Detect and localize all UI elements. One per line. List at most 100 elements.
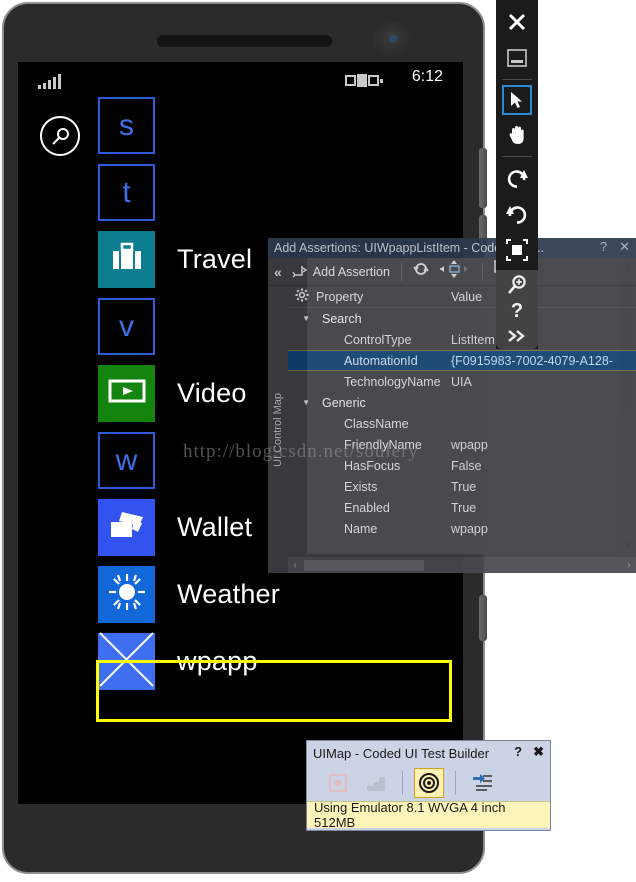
row-property: Generic bbox=[322, 395, 366, 410]
properties-grid-rows[interactable]: ▼ Search ControlType ListItem Automation… bbox=[288, 308, 636, 557]
row-value: {F0915983-7002-4079-A128- bbox=[451, 353, 613, 368]
show-steps-icon[interactable] bbox=[361, 768, 391, 798]
app-tile[interactable] bbox=[98, 231, 155, 288]
phone-camera-button[interactable] bbox=[479, 595, 487, 641]
select-region-icon[interactable] bbox=[500, 234, 534, 266]
status-text: Using Emulator 8.1 WVGA 4 inch 512MB bbox=[314, 800, 506, 830]
scroll-right-icon[interactable]: › bbox=[622, 560, 636, 571]
table-row[interactable]: TechnologyName UIA bbox=[288, 371, 636, 392]
refresh-icon[interactable] bbox=[413, 261, 429, 282]
divider bbox=[502, 156, 532, 157]
scroll-left-icon[interactable]: ‹ bbox=[288, 560, 302, 571]
row-property: Exists bbox=[344, 479, 378, 494]
table-row[interactable]: Enabled True bbox=[288, 497, 636, 518]
ui-control-map-tab[interactable]: UI Control Map bbox=[268, 286, 288, 573]
app-tile[interactable] bbox=[98, 499, 155, 556]
row-property: ClassName bbox=[344, 416, 409, 431]
tile-letter: v bbox=[119, 309, 134, 343]
column-header-value[interactable]: Value bbox=[451, 290, 482, 304]
phone-speaker bbox=[157, 35, 332, 47]
table-row-group[interactable]: ▼ Search bbox=[288, 308, 636, 329]
table-row[interactable]: Name wpapp bbox=[288, 518, 636, 539]
tile-letter: w bbox=[115, 443, 138, 477]
uimap-window[interactable]: UIMap - Coded UI Test Builder ? ✖ Using … bbox=[306, 740, 551, 831]
video-icon bbox=[108, 378, 146, 409]
app-label: Wallet bbox=[177, 512, 253, 542]
signal-strength-icon bbox=[38, 74, 61, 89]
generate-code-icon[interactable] bbox=[467, 768, 497, 798]
screenshot-root: 6:12 s t Travel v Video w Wallet Weather… bbox=[0, 0, 636, 882]
app-label: Video bbox=[177, 378, 247, 408]
emulator-tools-overlay[interactable]: ? bbox=[496, 270, 538, 349]
row-value: wpapp bbox=[451, 437, 488, 452]
row-value: True bbox=[451, 500, 477, 515]
horizontal-scrollbar[interactable]: ‹ › bbox=[288, 557, 636, 573]
rotate-right-icon[interactable] bbox=[500, 198, 534, 230]
row-value: False bbox=[451, 458, 482, 473]
list-item[interactable]: t bbox=[98, 159, 458, 226]
battery-icon bbox=[345, 74, 383, 87]
expand-triangle-icon[interactable]: ▼ bbox=[288, 314, 316, 323]
minimize-icon[interactable] bbox=[500, 42, 534, 74]
app-tile[interactable] bbox=[98, 566, 155, 623]
phone-volume-button[interactable] bbox=[479, 148, 487, 208]
uimap-title-bar[interactable]: UIMap - Coded UI Test Builder ? ✖ bbox=[307, 741, 550, 765]
close-icon[interactable]: ✕ bbox=[619, 240, 630, 254]
row-property: ControlType bbox=[344, 332, 412, 347]
phone-camera bbox=[374, 22, 412, 60]
help-icon[interactable]: ? bbox=[600, 240, 607, 254]
rotate-left-icon[interactable] bbox=[500, 162, 534, 194]
uimap-toolbar[interactable] bbox=[307, 765, 550, 801]
table-row-selected[interactable]: AutomationId {F0915983-7002-4079-A128- bbox=[288, 350, 636, 371]
assertions-title-bar[interactable]: Add Assertions: UIWpappListItem - Coded … bbox=[268, 238, 636, 258]
help-icon[interactable]: ? bbox=[500, 300, 534, 322]
close-icon[interactable] bbox=[500, 6, 534, 38]
app-tile[interactable]: t bbox=[98, 164, 155, 221]
row-property: Search bbox=[322, 311, 362, 326]
list-item[interactable]: s bbox=[98, 92, 458, 159]
add-assertion-button[interactable]: Add Assertion bbox=[292, 263, 390, 281]
help-icon[interactable]: ? bbox=[514, 744, 522, 760]
uimap-status-bar: Using Emulator 8.1 WVGA 4 inch 512MB bbox=[307, 800, 550, 830]
gear-icon[interactable] bbox=[288, 288, 316, 305]
app-tile[interactable] bbox=[98, 631, 155, 690]
collapse-panel-icon[interactable]: « bbox=[274, 264, 282, 280]
chevron-double-right-icon[interactable] bbox=[500, 326, 534, 348]
properties-grid[interactable]: Property Value ▼ Search ControlType List… bbox=[288, 286, 636, 573]
add-assertions-window[interactable]: Add Assertions: UIWpappListItem - Coded … bbox=[268, 238, 636, 573]
crosshair-target-icon[interactable] bbox=[414, 768, 444, 798]
tile-letter: t bbox=[122, 175, 131, 209]
table-row-group[interactable]: ▼ Generic bbox=[288, 392, 636, 413]
expand-triangle-icon[interactable]: ▼ bbox=[288, 398, 316, 407]
assertions-toolbar[interactable]: « Add Assertion bbox=[268, 258, 636, 286]
row-value: UIA bbox=[451, 374, 472, 389]
cursor-arrow-icon[interactable] bbox=[502, 85, 532, 115]
navigate-crosshair-icon[interactable] bbox=[437, 259, 471, 284]
app-tile[interactable] bbox=[98, 365, 155, 422]
add-assertion-label: Add Assertion bbox=[312, 264, 390, 279]
row-value: True bbox=[451, 479, 477, 494]
app-tile[interactable]: s bbox=[98, 97, 155, 154]
list-item-wpapp[interactable]: wpapp bbox=[98, 628, 458, 695]
hand-icon[interactable] bbox=[500, 119, 534, 151]
app-tile[interactable]: v bbox=[98, 298, 155, 355]
table-row[interactable]: Exists True bbox=[288, 476, 636, 497]
record-icon[interactable] bbox=[323, 768, 353, 798]
divider bbox=[502, 79, 532, 80]
table-row[interactable]: ControlType ListItem bbox=[288, 329, 636, 350]
divider bbox=[481, 262, 483, 281]
app-tile[interactable]: w bbox=[98, 432, 155, 489]
table-row[interactable]: ClassName bbox=[288, 413, 636, 434]
sun-icon bbox=[107, 572, 147, 617]
divider bbox=[402, 771, 403, 795]
close-icon[interactable]: ✖ bbox=[533, 744, 544, 760]
zoom-in-icon[interactable] bbox=[500, 274, 534, 296]
properties-grid-header: Property Value bbox=[288, 286, 636, 308]
column-header-property[interactable]: Property bbox=[316, 290, 451, 304]
row-property: Name bbox=[344, 521, 378, 536]
status-clock: 6:12 bbox=[411, 68, 443, 85]
app-label: Weather bbox=[177, 579, 280, 609]
watermark-text: http://blog.csdn.net/soulery bbox=[183, 441, 419, 462]
search-icon[interactable] bbox=[40, 116, 80, 156]
scrollbar-thumb[interactable] bbox=[304, 559, 424, 571]
